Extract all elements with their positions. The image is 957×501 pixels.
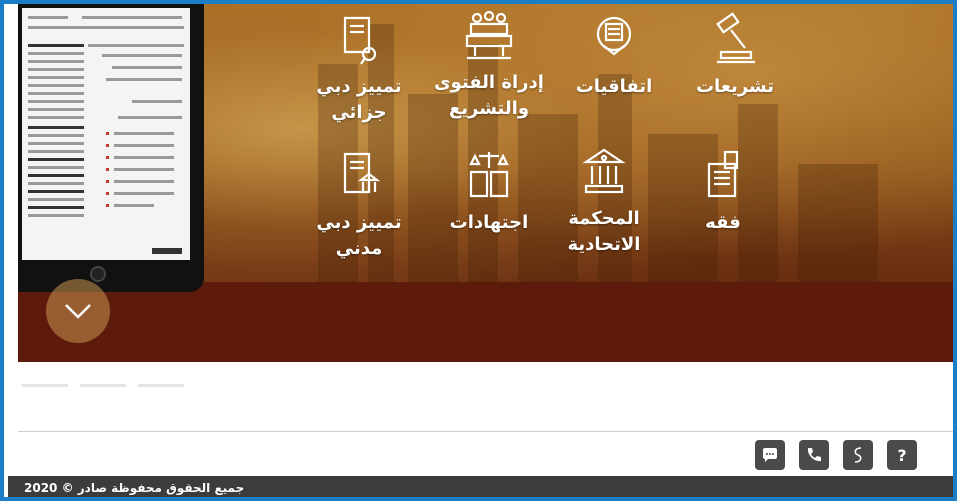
tablet-device — [18, 4, 204, 292]
tile-label: إدراة الفتوى والتشريع — [434, 72, 544, 119]
chat-icon — [763, 448, 777, 462]
gavel-icon — [716, 12, 755, 64]
tile-label: اجتهادات — [449, 212, 529, 233]
criminal-doc-icon — [343, 16, 377, 65]
help-icon: ? — [897, 446, 906, 465]
placeholder-dashes — [22, 372, 196, 391]
scroll-down-button[interactable] — [46, 279, 110, 343]
logo-icon — [854, 447, 862, 463]
tile-label: اتفاقيات — [575, 76, 653, 97]
help-button[interactable]: ? — [887, 440, 917, 470]
logo-button[interactable] — [843, 440, 873, 470]
tile-dubai-cassation-civil[interactable]: تمييز دبي مدني — [294, 148, 424, 262]
chevron-down-icon — [65, 304, 91, 319]
tablet-home-button — [90, 266, 106, 282]
tile-legislation[interactable]: تشريعات — [670, 12, 800, 100]
tile-agreements[interactable]: اتفاقيات — [549, 12, 679, 100]
tile-dubai-cassation-criminal[interactable]: تمييز دبي جزائي — [294, 12, 424, 126]
page-frame: تشريعات اتفاقيات إدراة الفتوى والتشريع ت… — [0, 0, 957, 501]
civil-doc-icon — [343, 152, 381, 194]
phone-icon — [807, 448, 821, 462]
tile-label: تمييز دبي جزائي — [316, 76, 402, 123]
tablet-screen — [22, 8, 190, 260]
tile-label: تشريعات — [695, 76, 775, 97]
tile-fatwa-legislation[interactable]: إدراة الفتوى والتشريع — [424, 8, 554, 122]
chat-button[interactable] — [755, 440, 785, 470]
support-icon-bar: ? — [747, 440, 917, 472]
court-icon — [582, 148, 626, 194]
copyright-text: جميع الحقوق محفوظة صادر © 2020 — [24, 481, 245, 495]
phone-button[interactable] — [799, 440, 829, 470]
tile-jurisprudence[interactable]: فقه — [658, 148, 788, 236]
svg-text:?: ? — [897, 446, 906, 465]
building-icon — [465, 10, 513, 60]
scales-book-icon — [469, 152, 509, 198]
tile-federal-court[interactable]: المحكمة الاتحادية — [539, 144, 669, 258]
footer: جميع الحقوق محفوظة صادر © 2020 — [8, 476, 953, 497]
tile-precedents[interactable]: اجتهادات — [424, 148, 554, 236]
jurisprudence-icon — [707, 150, 739, 198]
hero-bottom-band — [18, 282, 953, 362]
divider — [18, 431, 953, 432]
agreement-icon — [596, 16, 632, 56]
tile-label: المحكمة الاتحادية — [567, 208, 641, 255]
tile-label: تمييز دبي مدني — [316, 212, 402, 259]
tile-label: فقه — [705, 212, 741, 233]
